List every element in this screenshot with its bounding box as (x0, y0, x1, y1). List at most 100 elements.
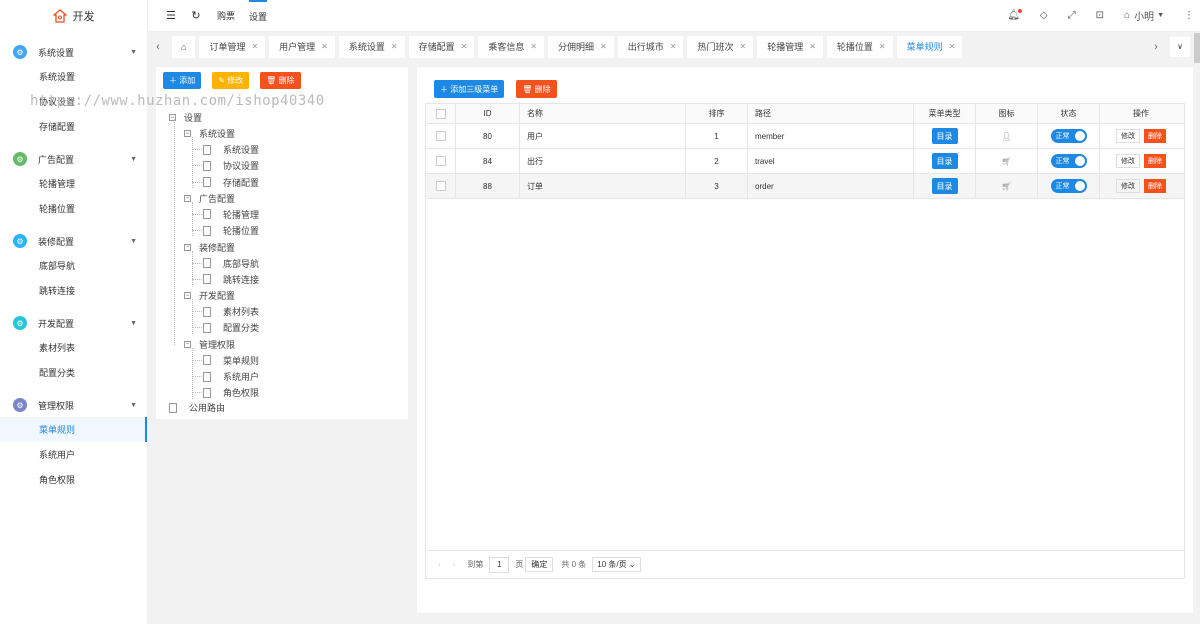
tree-node-leaf[interactable]: 系统设置 (203, 143, 259, 156)
row-checkbox[interactable] (435, 181, 446, 191)
tree-node-leaf[interactable]: 菜单规则 (203, 354, 259, 367)
delete-row-button[interactable]: 删除 (1144, 154, 1166, 168)
sidebar-item-3-0[interactable]: 素材列表 (0, 335, 147, 360)
tree-add-button[interactable]: ＋ 添加 (163, 72, 202, 89)
tab-0[interactable]: 订单管理 ✕ (199, 35, 266, 58)
topnav-item-ticket[interactable]: 购票 (217, 0, 235, 32)
sidebar-group-3[interactable]: ⚙ 开发配置 ▼ (0, 311, 147, 335)
tag-icon[interactable]: ◇ (1040, 10, 1048, 21)
close-icon[interactable]: ✕ (739, 42, 746, 51)
tree-node-leaf[interactable]: 角色权限 (203, 386, 259, 399)
tree-node-leaf[interactable]: 存储配置 (203, 176, 259, 189)
sidebar-item-4-2[interactable]: 角色权限 (0, 467, 147, 492)
menu-toggle-icon[interactable]: ☰ (164, 9, 178, 22)
fullscreen-icon[interactable]: ⤢ (1068, 10, 1076, 21)
tree-node-leaf[interactable]: 配置分类 (203, 321, 259, 334)
sidebar-item-1-0[interactable]: 轮播管理 (0, 171, 147, 196)
table-row[interactable]: 88 订单 3 order 目录 🛒︎ 正常 修改 删除 (426, 174, 1184, 199)
add-submenu-button[interactable]: ＋ 添加三级菜单 (434, 80, 505, 98)
sidebar-item-3-1[interactable]: 配置分类 (0, 360, 147, 385)
close-icon[interactable]: ✕ (530, 42, 537, 51)
cell-type: 目录 (914, 174, 976, 198)
goto-confirm-button[interactable]: 确定 (525, 557, 554, 572)
next-page-icon[interactable]: › (453, 560, 456, 569)
tab-5[interactable]: 分佣明细 ✕ (548, 35, 614, 58)
delete-row-button[interactable]: 删除 (1144, 179, 1166, 193)
sidebar-item-4-0[interactable]: 菜单规则 (0, 417, 147, 442)
close-icon[interactable]: ✕ (251, 42, 258, 51)
tree-node-leaf[interactable]: 素材列表 (203, 305, 259, 318)
tree-node-leaf[interactable]: 轮播位置 (203, 224, 259, 237)
topnav-item-settings[interactable]: 设置 (249, 0, 268, 32)
select-all-checkbox[interactable] (435, 108, 446, 119)
collapse-icon[interactable]: − (184, 292, 191, 300)
status-toggle[interactable]: 正常 (1050, 154, 1087, 168)
tab-scroll-left-icon[interactable]: ‹ (148, 41, 168, 53)
page-input[interactable]: 1 (489, 556, 510, 573)
tab-scroll-right-icon[interactable]: › (1146, 41, 1166, 53)
tab-7[interactable]: 热门班次 ✕ (687, 35, 754, 58)
collapse-icon[interactable]: − (184, 194, 191, 202)
collapse-icon[interactable]: − (184, 243, 191, 251)
tree-node-leaf[interactable]: 轮播管理 (203, 208, 259, 221)
row-checkbox[interactable] (435, 156, 446, 166)
tab-2[interactable]: 系统设置 ✕ (338, 35, 405, 58)
delete-row-button[interactable]: 删除 (1144, 129, 1166, 143)
user-menu[interactable]: ⌂ 小明 ▼ (1124, 8, 1164, 23)
tab-menu-chevron-down-icon[interactable]: ∨ (1170, 36, 1190, 57)
tab-3[interactable]: 存储配置 ✕ (408, 35, 475, 58)
tab-4[interactable]: 乘客信息 ✕ (478, 35, 545, 58)
table-row[interactable]: 80 用户 1 member 目录 👤︎ 正常 修改 删除 (426, 124, 1184, 149)
collapse-icon[interactable]: − (184, 340, 191, 348)
close-icon[interactable]: ✕ (879, 42, 886, 51)
tree-edit-button[interactable]: ✎ 修改 (212, 72, 250, 89)
prev-page-icon[interactable]: ‹ (438, 560, 441, 569)
status-toggle[interactable]: 正常 (1050, 129, 1087, 143)
tab-6[interactable]: 出行城市 ✕ (617, 35, 684, 58)
table-row[interactable]: 84 出行 2 travel 目录 🛒︎ 正常 修改 删除 (426, 149, 1184, 174)
edit-button[interactable]: 修改 (1116, 129, 1140, 143)
page-size-select[interactable]: 10 条/页 ⌄ (592, 557, 641, 572)
status-toggle[interactable]: 正常 (1050, 179, 1087, 193)
tab-8[interactable]: 轮播管理 ✕ (757, 35, 823, 58)
row-checkbox[interactable] (435, 131, 446, 141)
scrollbar[interactable] (1194, 33, 1200, 63)
tab-1[interactable]: 用户管理 ✕ (269, 35, 335, 58)
tree-node-public-route[interactable]: 公用路由 (169, 401, 225, 414)
bell-icon[interactable]: 🔔︎ (1007, 9, 1022, 21)
close-icon[interactable]: ✕ (461, 42, 468, 51)
sidebar-item-1-1[interactable]: 轮播位置 (0, 196, 147, 221)
sidebar-item-0-0[interactable]: 系统设置 (0, 64, 147, 89)
refresh-icon[interactable]: ↻ (189, 9, 203, 22)
close-icon[interactable]: ✕ (949, 42, 956, 51)
tree-node-leaf[interactable]: 跳转连接 (203, 273, 259, 286)
sidebar-group-2[interactable]: ⚙ 装修配置 ▼ (0, 229, 147, 253)
edit-button[interactable]: 修改 (1116, 154, 1140, 168)
tree-node-leaf[interactable]: 底部导航 (203, 257, 259, 270)
tree-connector (192, 250, 193, 286)
tree-node-leaf[interactable]: 系统用户 (203, 370, 259, 383)
more-icon[interactable]: ⋮ (1184, 10, 1194, 21)
app-logo[interactable]: 开发 (0, 0, 147, 32)
sidebar-item-2-1[interactable]: 跳转连接 (0, 278, 147, 303)
tab-10[interactable]: 菜单规则 ✕ (896, 35, 963, 58)
collapse-icon[interactable]: − (184, 130, 191, 137)
sidebar-item-4-1[interactable]: 系统用户 (0, 442, 147, 467)
close-icon[interactable]: ✕ (391, 42, 398, 51)
close-icon[interactable]: ✕ (321, 42, 328, 51)
sidebar-group-4[interactable]: ⚙ 管理权限 ▼ (0, 393, 147, 417)
tab-9[interactable]: 轮播位置 ✕ (826, 35, 893, 58)
tab-home[interactable]: ⌂ (172, 35, 196, 58)
sidebar-item-0-2[interactable]: 存储配置 (0, 114, 147, 139)
close-icon[interactable]: ✕ (600, 42, 607, 51)
edit-button[interactable]: 修改 (1116, 179, 1140, 193)
sidebar-group-1[interactable]: ⚙ 广告配置 ▼ (0, 147, 147, 171)
delete-button[interactable]: 🗑︎ 删除 (516, 80, 557, 98)
tree-node-leaf[interactable]: 协议设置 (203, 159, 259, 172)
close-icon[interactable]: ✕ (670, 42, 677, 51)
lock-icon[interactable]: ⊡ (1096, 10, 1104, 21)
close-icon[interactable]: ✕ (809, 42, 816, 51)
tree-delete-button[interactable]: 🗑︎ 删除 (260, 72, 301, 89)
sidebar-item-2-0[interactable]: 底部导航 (0, 253, 147, 278)
sidebar-group-0[interactable]: ⚙ 系统设置 ▼ (0, 40, 147, 64)
